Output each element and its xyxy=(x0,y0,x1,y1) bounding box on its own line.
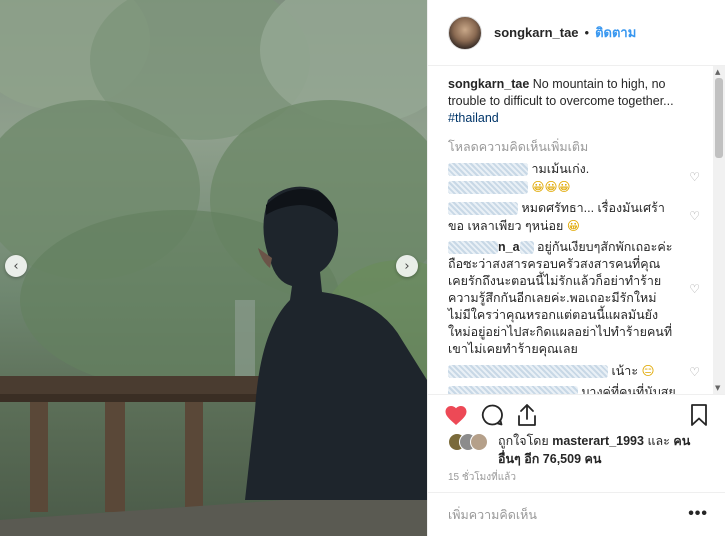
chevron-left-icon[interactable]: ‹ xyxy=(5,255,27,277)
comment-like-heart-icon[interactable]: ♡ xyxy=(689,208,700,225)
comment-text: บางคู่ที่คนที่นับสย xyxy=(581,385,676,394)
header-separator: • xyxy=(584,25,590,40)
comment-item: หมดศรัทธา... เรื่องมันเศร้าขอ เหลาเพียว … xyxy=(448,200,706,235)
post-actions xyxy=(428,394,725,434)
blurred-username xyxy=(448,241,498,255)
share-icon[interactable] xyxy=(516,401,552,429)
comment-text: เน้าะ xyxy=(611,364,639,378)
load-more-comments[interactable]: โหลดความคิดเห็นเพิ่มเติม xyxy=(448,137,706,157)
blurred-username xyxy=(448,365,608,379)
avatar[interactable] xyxy=(448,15,482,50)
comment-like-heart-icon[interactable]: ♡ xyxy=(689,281,700,298)
likes-text: ถูกใจโดย masterart_1993 และ คนอื่นๆ อีก … xyxy=(498,432,713,468)
blurred-username xyxy=(448,386,578,394)
add-comment-bar: เพิ่มความคิดเห็น ••• xyxy=(428,492,725,536)
more-options-icon[interactable]: ••• xyxy=(688,505,708,523)
blurred-text xyxy=(448,181,528,195)
likes-prefix: ถูกใจโดย xyxy=(498,434,549,448)
likes-summary: ถูกใจโดย masterart_1993 และ คนอื่นๆ อีก … xyxy=(448,432,713,468)
header-username[interactable]: songkarn_tae xyxy=(494,25,579,40)
add-comment-input[interactable]: เพิ่มความคิดเห็น xyxy=(448,505,537,525)
comment-item: ามเม้นเก่ง. 😀😀😀 ♡ xyxy=(448,161,706,196)
comment-item: เน้าะ 😑 ♡ xyxy=(448,362,706,380)
comment-item: n_a อยู่กันเงียบๆสักพักเถอะค่ะ ถือซะว่าส… xyxy=(448,239,706,358)
post-side-panel: songkarn_tae • ติดตาม songkarn_tae No mo… xyxy=(427,0,725,536)
comment-like-heart-icon[interactable]: ♡ xyxy=(689,169,700,186)
scroll-down-icon[interactable]: ▼ xyxy=(715,384,720,392)
scroll-up-icon[interactable]: ▲ xyxy=(715,68,720,76)
chevron-right-icon[interactable]: › xyxy=(396,255,418,277)
bookmark-icon[interactable] xyxy=(690,403,708,432)
liker-avatars[interactable] xyxy=(448,433,498,451)
follow-button[interactable]: ติดตาม xyxy=(595,22,636,43)
comment-like-heart-icon[interactable]: ♡ xyxy=(689,364,700,381)
avatar xyxy=(470,433,488,451)
blurred-username xyxy=(519,241,534,255)
scroll-thumb[interactable] xyxy=(715,78,723,158)
liker-username[interactable]: masterart_1993 xyxy=(552,434,644,448)
comments-list[interactable]: songkarn_tae No mountain to high, no tro… xyxy=(428,66,725,394)
caption-hashtag[interactable]: #thailand xyxy=(448,111,499,125)
comments-scrollbar[interactable]: ▲ ▼ xyxy=(713,66,725,394)
comment-emoji: 😀😀😀 xyxy=(531,179,571,194)
comment-text: อยู่กันเงียบๆสักพักเถอะค่ะ ถือซะว่าสงสาร… xyxy=(448,240,673,356)
comment-emoji: 😑 xyxy=(641,363,655,378)
blurred-username xyxy=(448,163,528,177)
post-timestamp[interactable]: 15 ชั่วโมงที่แล้ว xyxy=(448,470,516,485)
post-header: songkarn_tae • ติดตาม xyxy=(428,0,725,66)
post-caption: songkarn_tae No mountain to high, no tro… xyxy=(448,76,706,127)
caption-username[interactable]: songkarn_tae xyxy=(448,77,529,91)
comment-icon[interactable] xyxy=(480,401,516,429)
post-photo[interactable]: ‹ › xyxy=(0,0,427,536)
photo-scene xyxy=(0,0,427,536)
comment-item: บางคู่ที่คนที่นับสย xyxy=(448,384,706,394)
comment-emoji: 😀 xyxy=(566,218,580,233)
blurred-username xyxy=(448,202,518,216)
comment-username[interactable]: n_a xyxy=(498,240,520,254)
heart-filled-icon[interactable] xyxy=(444,401,480,429)
comment-text: ามเม้นเก่ง. xyxy=(531,162,590,176)
likes-conj: และ xyxy=(647,434,670,448)
